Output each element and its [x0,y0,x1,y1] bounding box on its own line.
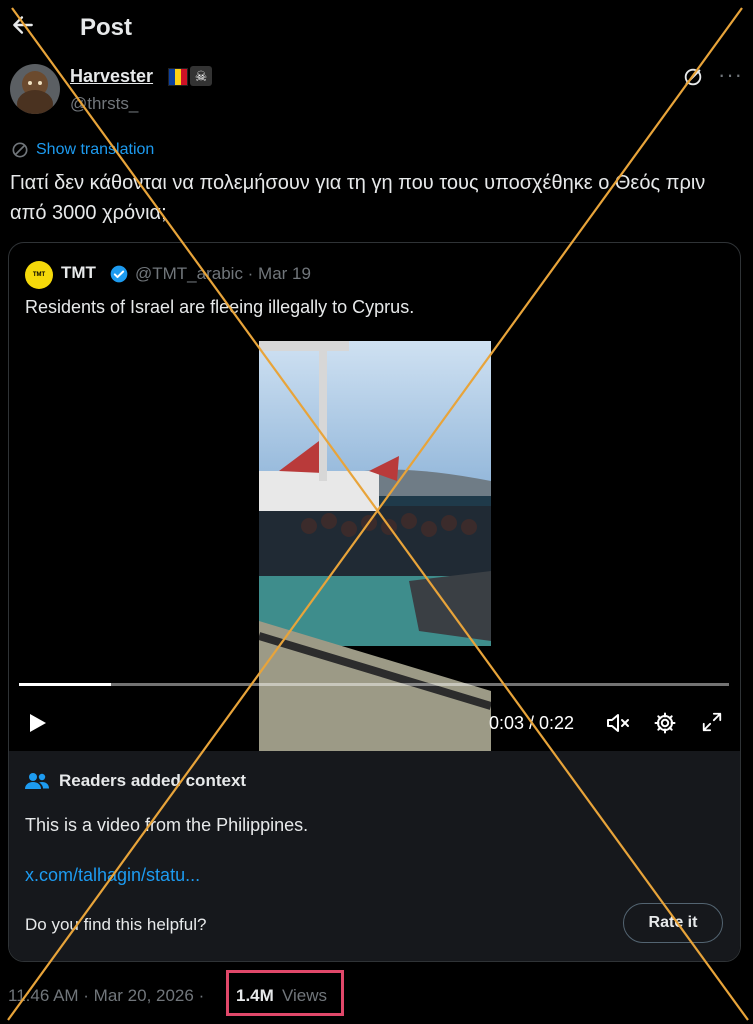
quoted-avatar[interactable]: TMT [25,261,53,289]
pirate-flag-icon: ☠ [190,66,212,86]
views-label: Views [282,986,328,1005]
helpful-question: Do you find this helpful? [25,915,207,934]
flag-icon [168,68,188,86]
quoted-post-card[interactable]: TMT TMT @TMT_arabic · Mar 19 Residents o… [8,242,741,962]
top-bar: Post [0,0,753,56]
views-count: 1.4M [236,986,274,1005]
context-title: Readers added context [59,771,247,790]
video-progress-fill [19,683,112,686]
quoted-text: Residents of Israel are fleeing illegall… [25,297,415,317]
more-options-icon[interactable]: ··· [718,62,743,88]
video-progress-bar[interactable] [19,683,729,686]
mute-icon[interactable] [605,711,631,735]
people-icon [25,773,49,789]
quoted-avatar-text: TMT [32,272,46,278]
quoted-author-name[interactable]: TMT [61,263,96,283]
post-timestamp[interactable]: 11:46 AM · Mar 20, 2026 · [8,986,204,1006]
back-arrow-icon[interactable] [10,12,36,38]
show-translation-label: Show translation [36,141,155,158]
grok-icon[interactable] [682,66,704,88]
video-player[interactable]: 0:03 / 0:22 [9,341,740,751]
verified-badge-icon [110,265,128,283]
show-translation-link[interactable]: Show translation [10,140,154,160]
settings-gear-icon[interactable] [653,711,677,735]
community-notes-box: Readers added context This is a video fr… [9,751,740,961]
fullscreen-icon[interactable] [701,711,723,733]
rate-it-button[interactable]: Rate it [623,903,723,943]
post-text: Γιατί δεν κάθονται να πολεμήσουν για τη … [10,172,706,224]
context-body: This is a video from the Philippines. [25,815,309,835]
author-handle[interactable]: @thrsts_ [70,94,138,114]
author-name[interactable]: Harvester [70,66,153,87]
translate-icon [12,142,28,158]
video-frame-image [259,341,491,751]
author-avatar[interactable] [10,64,60,114]
quoted-meta: @TMT_arabic · Mar 19 [135,264,311,283]
page-title: Post [80,14,133,41]
video-time: 0:03 / 0:22 [489,713,575,733]
play-icon[interactable] [25,711,49,735]
context-source-link[interactable]: x.com/talhagin/statu... [25,865,200,886]
